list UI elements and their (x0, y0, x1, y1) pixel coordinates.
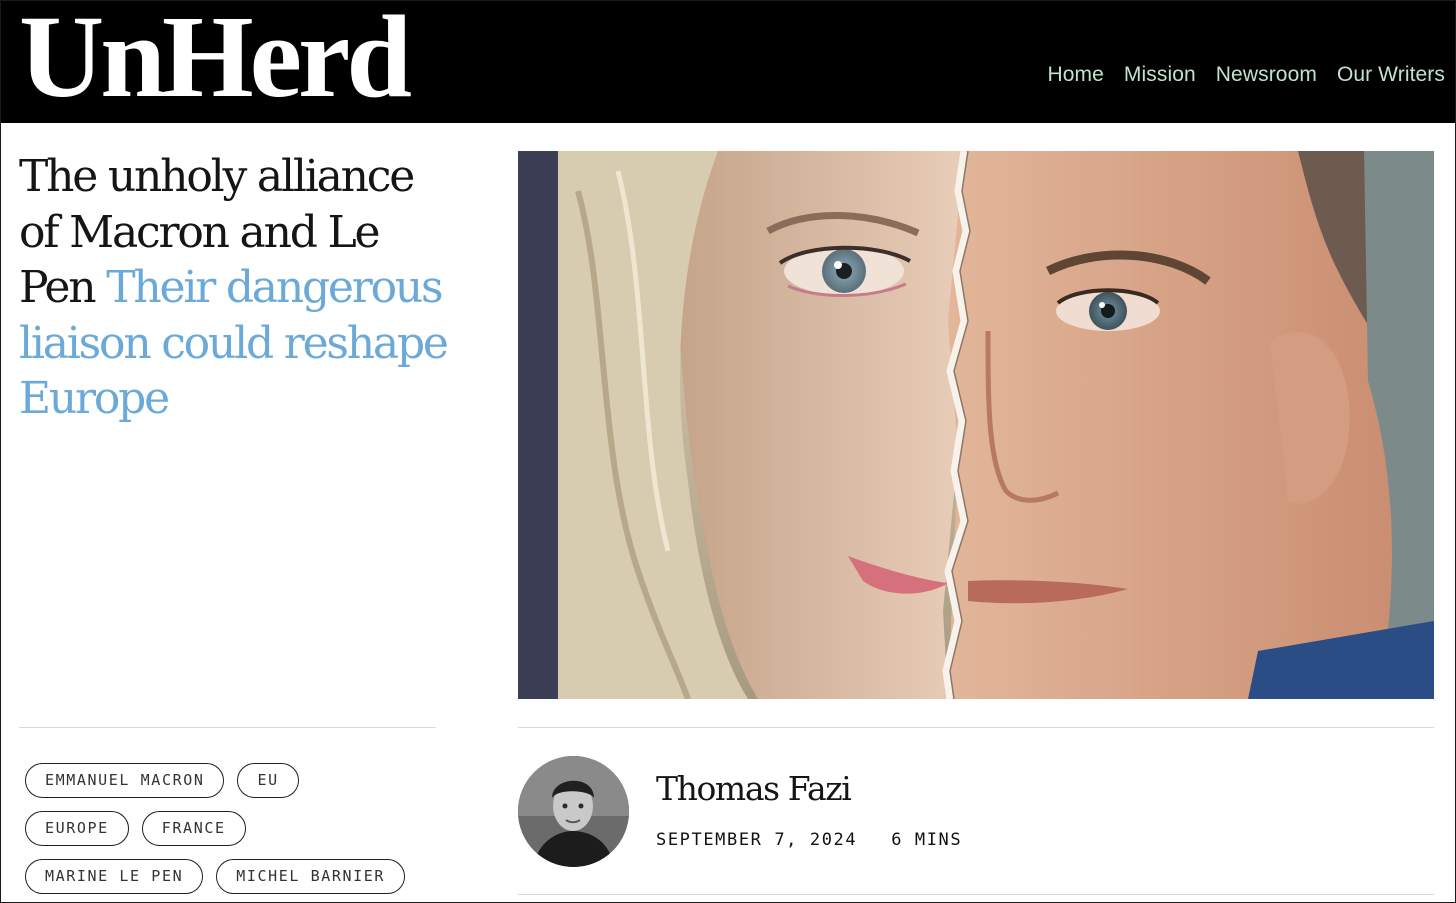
main-nav: Home Mission Newsroom Our Writers (1047, 63, 1445, 87)
read-time: 6 MINS (891, 830, 963, 850)
tag-row: MARINE LE PEN MICHEL BARNIER (25, 859, 445, 894)
tag-row: EUROPE FRANCE (25, 811, 445, 846)
tag-row: EMMANUEL MACRON EU (25, 763, 445, 798)
article-meta: SEPTEMBER 7, 2024 6 MINS (656, 830, 962, 850)
nav-our-writers[interactable]: Our Writers (1337, 63, 1445, 87)
page-frame: UnHerd Home Mission Newsroom Our Writers… (0, 0, 1456, 903)
divider-left (19, 727, 436, 728)
nav-home[interactable]: Home (1047, 63, 1103, 87)
tag-list: EMMANUEL MACRON EU EUROPE FRANCE MARINE … (25, 763, 445, 902)
divider-bottom (518, 894, 1434, 895)
hero-image (518, 151, 1434, 699)
author-name[interactable]: Thomas Fazi (656, 769, 852, 808)
site-header: UnHerd Home Mission Newsroom Our Writers (1, 1, 1455, 123)
tag-emmanuel-macron[interactable]: EMMANUEL MACRON (25, 763, 225, 798)
tag-marine-le-pen[interactable]: MARINE LE PEN (25, 859, 204, 894)
tag-europe[interactable]: EUROPE (25, 811, 129, 846)
site-logo[interactable]: UnHerd (19, 1, 412, 117)
author-avatar-art (518, 756, 629, 867)
tag-michel-barnier[interactable]: MICHEL BARNIER (216, 859, 406, 894)
article-headline: The unholy alliance of Macron and Le Pen… (19, 149, 449, 427)
nav-mission[interactable]: Mission (1124, 63, 1196, 87)
author-avatar[interactable] (518, 756, 629, 867)
tag-france[interactable]: FRANCE (141, 811, 246, 846)
publish-date: SEPTEMBER 7, 2024 (656, 830, 858, 850)
tag-eu[interactable]: EU (237, 763, 299, 798)
nav-newsroom[interactable]: Newsroom (1216, 63, 1317, 87)
hero-image-art (518, 151, 1434, 699)
divider-right (518, 727, 1434, 728)
